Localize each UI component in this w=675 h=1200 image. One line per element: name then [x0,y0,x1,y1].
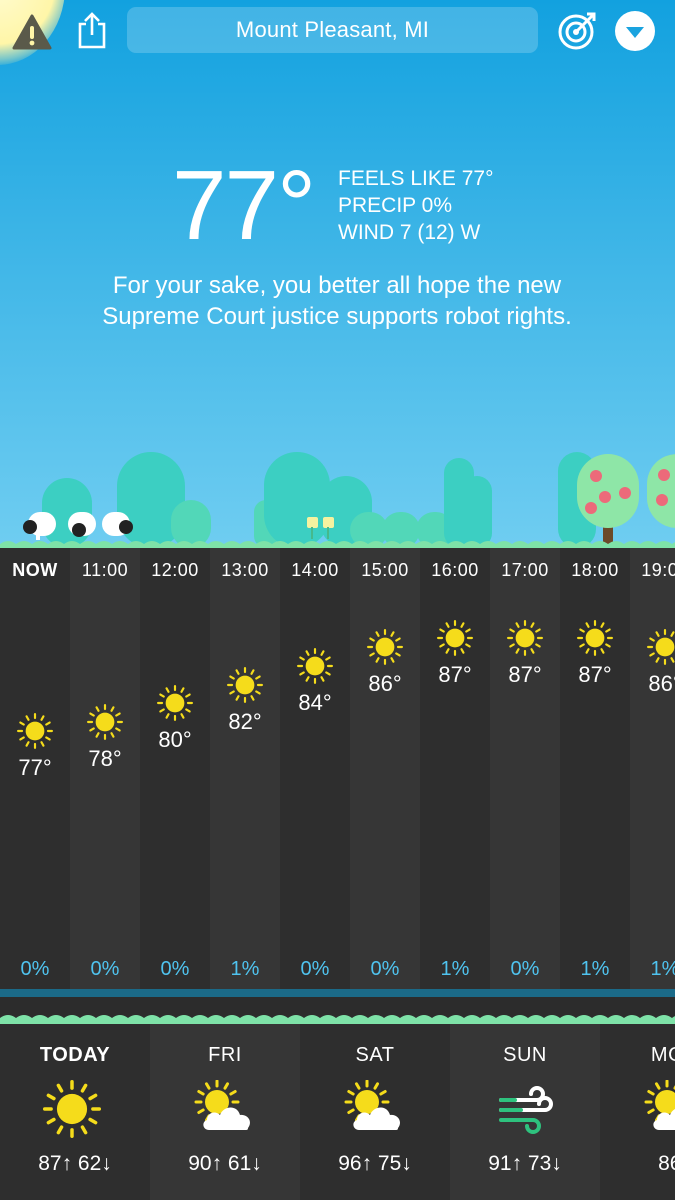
sun-icon [43,1080,109,1138]
sun-icon [647,629,675,666]
day-temperatures: 86↑ [658,1152,675,1175]
sun-icon [437,620,473,656]
hour-temperature: 86° [648,671,675,697]
hour-temperature: 87° [578,662,612,687]
sun-icon [87,703,123,740]
sun-icon [367,629,403,666]
partly-cloudy-icon [643,1079,675,1138]
hour-label: 19:00 [641,560,675,580]
hour-column[interactable]: NOW 77° 0% [0,548,70,990]
day-label: FRI [208,1044,242,1066]
hour-precip: 1% [230,958,260,980]
hour-column[interactable]: 19:00 86° 1% [630,548,675,990]
sun-icon [297,647,333,684]
sun-icon [17,713,53,749]
hour-column[interactable]: 12:00 80° 0% [140,548,210,990]
wind-icon [493,1080,559,1138]
hour-precip: 1% [440,958,470,980]
radar-icon[interactable] [554,8,600,54]
day-temperatures: 96↑ 75↓ [338,1152,412,1175]
hour-precip: 0% [370,958,400,980]
snarky-quip: For your sake, you better all hope the n… [102,272,572,330]
share-icon[interactable] [70,8,114,52]
day-temperatures: 87↑ 62↓ [38,1152,112,1175]
day-column[interactable]: SAT 96↑ 75↓ [300,1024,450,1200]
sun-icon [577,620,613,656]
hour-label: 13:00 [221,560,269,580]
hour-precip: 0% [300,958,330,980]
hour-temperature: 77° [18,755,52,780]
hour-column[interactable]: 16:00 87° 1% [420,548,490,990]
hour-precip: 0% [20,958,50,980]
hour-label: NOW [12,560,58,580]
hour-precip: 0% [510,958,540,980]
current-temperature: 77° [172,150,316,260]
hour-label: 11:00 [81,560,129,580]
hour-precip: 0% [160,958,190,980]
hour-label: 12:00 [151,560,199,580]
hour-precip: 1% [650,958,675,980]
feels-like: FEELS LIKE 77° [338,167,494,190]
hour-column[interactable]: 17:00 87° 0% [490,548,560,990]
location-label: Mount Pleasant, MI [235,17,430,42]
day-temperatures: 90↑ 61↓ [188,1152,262,1175]
hour-temperature: 86° [368,671,402,697]
day-temperatures: 91↑ 73↓ [488,1152,562,1175]
hour-temperature: 87° [508,662,542,687]
hour-temperature: 82° [228,708,262,734]
hour-temperature: 84° [298,689,332,715]
hour-label: 18:00 [571,560,619,580]
precip-chance: PRECIP 0% [338,194,452,217]
day-column[interactable]: SUN 91↑ 73↓ [450,1024,600,1200]
sun-icon [157,685,193,722]
hour-temperature: 80° [158,727,192,753]
daily-forecast[interactable]: TODAY 87↑ 62↓ FRI 90↑ 61↓ SAT 96↑ 75↓ SU… [0,1024,675,1200]
hour-label: 15:00 [361,560,409,580]
hour-label: 14:00 [291,560,339,580]
current-conditions: 77° FEELS LIKE 77° PRECIP 0% WIND 7 (12)… [0,150,675,260]
alert-icon[interactable] [10,10,54,54]
location-button[interactable]: Mount Pleasant, MI [127,7,538,53]
partly-cloudy-icon [343,1079,409,1138]
hour-temperature: 87° [438,662,472,687]
hour-column[interactable]: 18:00 87° 1% [560,548,630,990]
sun-icon [227,666,263,703]
scenery-illustration [0,420,675,548]
hour-temperature: 78° [88,745,122,771]
day-label: TODAY [39,1044,111,1066]
hour-label: 16:00 [431,560,479,580]
hour-column[interactable]: 15:00 86° 0% [350,548,420,990]
wind-speed: WIND 7 (12) W [338,221,481,244]
day-column[interactable]: TODAY 87↑ 62↓ [0,1024,150,1200]
top-bar: Mount Pleasant, MI [0,0,675,60]
menu-icon[interactable] [614,10,656,52]
day-column[interactable]: FRI 90↑ 61↓ [150,1024,300,1200]
day-label: MON [650,1044,675,1066]
sky-header: Mount Pleasant, MI 77° FEELS LIKE 77° PR… [0,0,675,548]
day-label: SUN [503,1044,547,1066]
day-label: SAT [355,1044,395,1066]
hour-precip: 0% [90,958,120,980]
current-details: FEELS LIKE 77° PRECIP 0% WIND 7 (12) W [338,165,493,246]
hour-label: 17:00 [501,560,549,580]
sun-icon [507,620,543,656]
hour-column[interactable]: 11:00 78° 0% [70,548,140,990]
hourly-forecast[interactable]: NOW 77° 0% 11:00 78° 0% 12:00 80° 0% 13:… [0,548,675,998]
partly-cloudy-icon [193,1079,259,1138]
day-column[interactable]: MON 86↑ [600,1024,675,1200]
precip-bar [0,989,675,997]
hour-column[interactable]: 13:00 82° 1% [210,548,280,990]
hour-column[interactable]: 14:00 84° 0% [280,548,350,990]
hour-precip: 1% [580,958,610,980]
